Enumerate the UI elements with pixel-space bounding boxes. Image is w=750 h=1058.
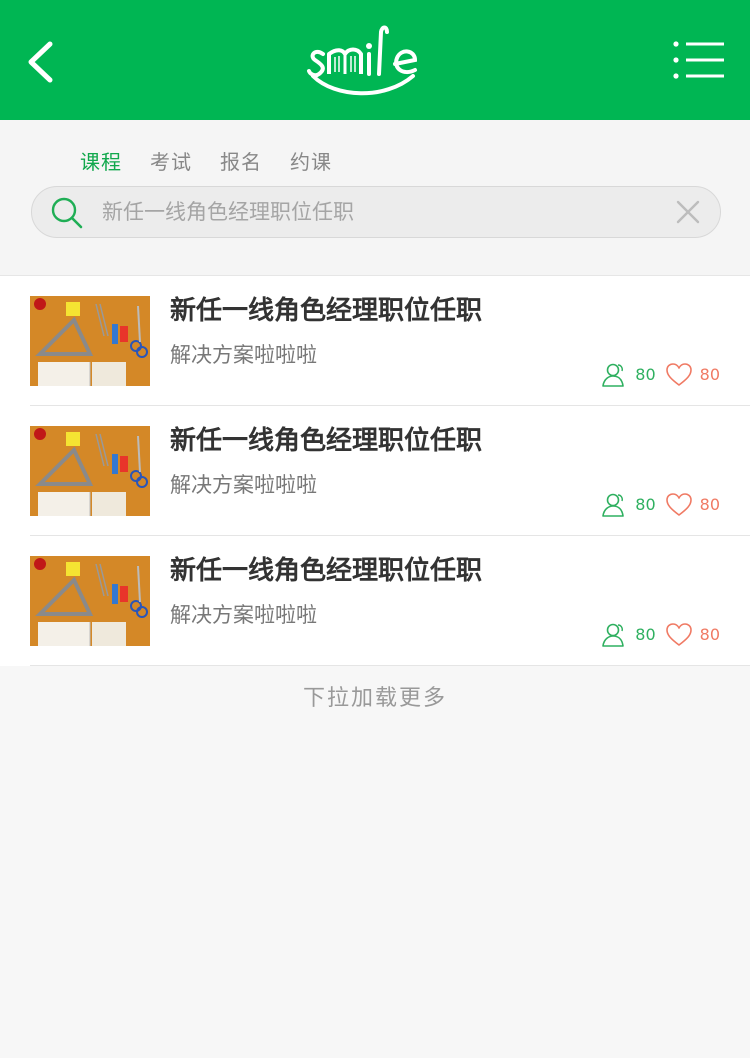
course-subtitle: 解决方案啦啦啦 bbox=[170, 473, 317, 497]
category-tabs: 课程 考试 报名 约课 bbox=[80, 148, 360, 178]
tab-exams[interactable]: 考试 bbox=[150, 148, 192, 178]
likes-count: 80 bbox=[699, 365, 720, 384]
back-arrow-icon[interactable] bbox=[22, 38, 62, 86]
users-icon bbox=[602, 493, 625, 517]
list-item[interactable]: 新任一线角色经理职位任职 解决方案啦啦啦 80 80 bbox=[0, 276, 750, 406]
course-subtitle: 解决方案啦啦啦 bbox=[170, 343, 317, 367]
course-subtitle: 解决方案啦啦啦 bbox=[170, 603, 317, 627]
course-title: 新任一线角色经理职位任职 bbox=[170, 426, 483, 456]
tab-registration[interactable]: 报名 bbox=[220, 148, 262, 178]
users-icon bbox=[602, 363, 625, 387]
close-icon[interactable] bbox=[676, 200, 700, 224]
course-thumbnail bbox=[30, 426, 150, 516]
course-stats: 80 80 bbox=[601, 362, 720, 388]
heart-icon[interactable] bbox=[665, 622, 692, 648]
search-bar bbox=[31, 186, 721, 238]
smile-logo bbox=[307, 25, 418, 96]
search-icon bbox=[51, 197, 83, 229]
tab-booking[interactable]: 约课 bbox=[290, 148, 332, 178]
list-item[interactable]: 新任一线角色经理职位任职 解决方案啦啦啦 80 80 bbox=[0, 406, 750, 536]
search-input[interactable] bbox=[102, 187, 662, 237]
course-stats: 80 80 bbox=[601, 622, 720, 648]
course-title: 新任一线角色经理职位任职 bbox=[170, 296, 483, 326]
app-header bbox=[0, 0, 750, 120]
course-thumbnail bbox=[30, 556, 150, 646]
list-item[interactable]: 新任一线角色经理职位任职 解决方案啦啦啦 80 80 bbox=[0, 536, 750, 666]
users-icon bbox=[602, 623, 625, 647]
menu-list-icon[interactable] bbox=[672, 40, 726, 80]
likes-count: 80 bbox=[699, 625, 720, 644]
heart-icon[interactable] bbox=[665, 492, 692, 518]
course-title: 新任一线角色经理职位任职 bbox=[170, 556, 483, 586]
enrolled-count: 80 bbox=[635, 625, 656, 644]
enrolled-count: 80 bbox=[635, 365, 656, 384]
likes-count: 80 bbox=[699, 495, 720, 514]
heart-icon[interactable] bbox=[665, 362, 692, 388]
enrolled-count: 80 bbox=[635, 495, 656, 514]
course-thumbnail bbox=[30, 296, 150, 386]
pull-to-load-more: 下拉加载更多 bbox=[302, 686, 447, 711]
course-list: 新任一线角色经理职位任职 解决方案啦啦啦 80 80 新任一线角色经理职位任职 … bbox=[0, 275, 750, 666]
course-stats: 80 80 bbox=[601, 492, 720, 518]
filter-area: 课程 考试 报名 约课 bbox=[0, 120, 750, 275]
tab-courses[interactable]: 课程 bbox=[80, 148, 122, 178]
